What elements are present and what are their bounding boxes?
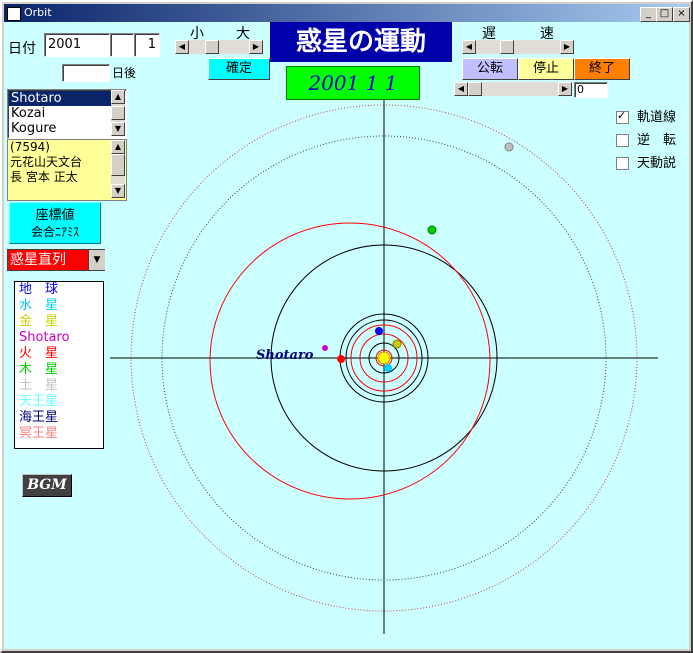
- maximize-button[interactable]: □: [656, 7, 673, 22]
- planet-mercury: [384, 364, 392, 372]
- orbit-window: Orbit _ □ × 日付 2001 1 日後 小 大 ◀ ▶ 確定 惑星の運…: [0, 0, 693, 653]
- planet-mars: [337, 355, 345, 363]
- window-title: Orbit: [24, 6, 52, 19]
- app-icon: [7, 7, 21, 21]
- planet-jupiter: [427, 225, 437, 235]
- title-bar[interactable]: Orbit _ □ ×: [4, 4, 690, 22]
- planet-earth: [375, 327, 383, 335]
- planet-saturn: [504, 142, 514, 152]
- minimize-button[interactable]: _: [640, 7, 657, 22]
- planet-venus: [392, 339, 402, 349]
- client-area: 日付 2001 1 日後 小 大 ◀ ▶ 確定 惑星の運動 2001 1 1 遅…: [4, 22, 689, 649]
- sun-icon: [377, 351, 391, 365]
- orbit-diagram: Shotaro: [110, 100, 658, 634]
- close-button[interactable]: ×: [673, 7, 690, 22]
- asteroid-shotaro: [322, 345, 328, 351]
- asteroid-label: Shotaro: [256, 348, 314, 363]
